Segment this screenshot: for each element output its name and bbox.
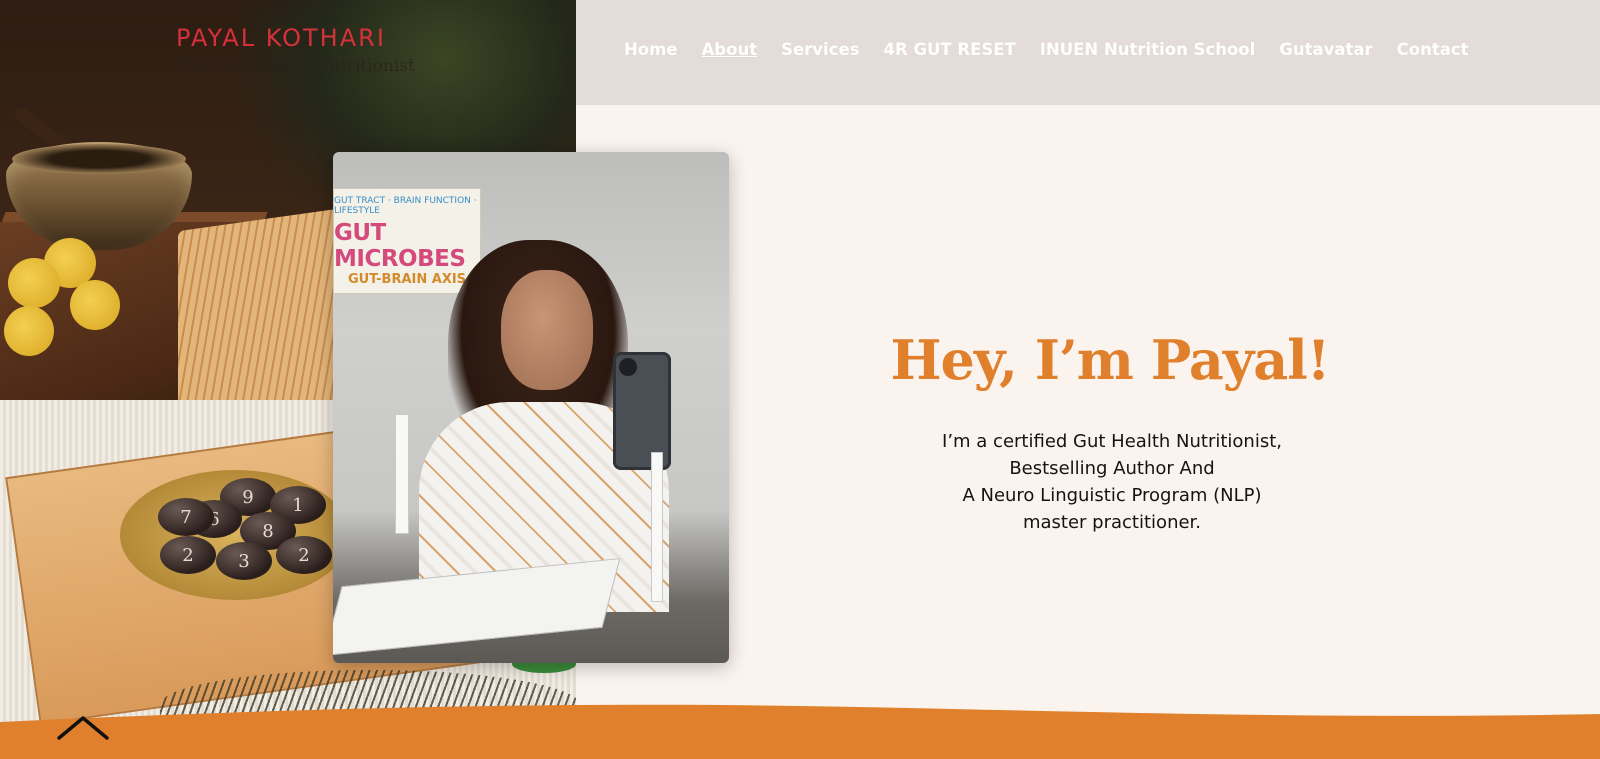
singing-bowl-rim <box>12 144 186 174</box>
poster-sub-text: GUT-BRAIN AXIS <box>347 271 467 287</box>
numbered-stone: 7 <box>158 498 214 536</box>
gut-microbes-poster: GUT TRACT · BRAIN FUNCTION · LIFESTYLE G… <box>333 188 481 294</box>
nav-about[interactable]: About <box>702 40 758 59</box>
numbered-stone: 3 <box>216 542 272 580</box>
poster-top-text: GUT TRACT · BRAIN FUNCTION · LIFESTYLE <box>334 195 477 216</box>
logo-name[interactable]: PAYAL KOTHARI <box>176 24 426 52</box>
nav-services[interactable]: Services <box>781 40 859 59</box>
scroll-to-top-button[interactable] <box>56 712 110 742</box>
hero-line: Bestselling Author And <box>1009 458 1215 479</box>
camera-icon <box>619 358 637 376</box>
hero-title: Hey, I’m Payal! <box>890 328 1331 392</box>
yellow-flower <box>4 306 54 356</box>
site-logo[interactable]: PAYAL KOTHARI The Gut Health Nutritionis… <box>176 24 426 76</box>
measuring-tape <box>395 414 409 534</box>
measuring-tape <box>651 452 663 602</box>
hero-line: master practitioner. <box>1022 512 1202 533</box>
numbered-stone: 2 <box>276 536 332 574</box>
nav-inuen-nutrition-school[interactable]: INUEN Nutrition School <box>1040 40 1256 59</box>
nav-contact[interactable]: Contact <box>1397 40 1469 59</box>
chevron-up-icon <box>57 716 109 740</box>
person-face <box>501 270 593 390</box>
main-navigation: Home About Services 4R GUT RESET INUEN N… <box>624 40 1493 59</box>
numbered-stone: 2 <box>160 536 216 574</box>
nav-home[interactable]: Home <box>624 40 678 59</box>
yellow-flower <box>70 280 120 330</box>
nav-4r-gut-reset[interactable]: 4R GUT RESET <box>884 40 1016 59</box>
hero-description: I’m a certified Gut Health Nutritionist,… <box>862 428 1362 536</box>
portrait-photo: GUT TRACT · BRAIN FUNCTION · LIFESTYLE G… <box>333 152 729 663</box>
hero-line: A Neuro Linguistic Program (NLP) <box>962 485 1262 506</box>
logo-tagline: The Gut Health Nutritionist <box>176 56 415 76</box>
hero-line: I’m a certified Gut Health Nutritionist, <box>942 431 1282 452</box>
page: 9 6 1 7 8 2 3 2 PAYAL KOTHARI The Gut He… <box>0 0 1600 759</box>
bottom-wave <box>0 704 1600 759</box>
nav-gutavatar[interactable]: Gutavatar <box>1279 40 1372 59</box>
poster-main-text: GUT MICROBES <box>334 219 466 272</box>
yellow-flower <box>8 258 60 308</box>
notebook <box>333 558 621 656</box>
